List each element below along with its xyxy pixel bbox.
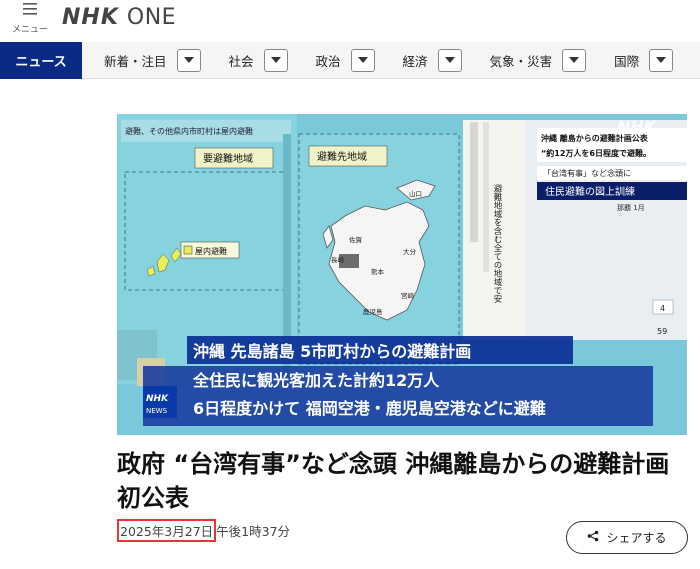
- nav-item-shakai[interactable]: 社会: [228, 48, 288, 72]
- article-time: 午後1時37分: [216, 524, 291, 539]
- article-timestamp: 2025年3月27日 午後1時37分: [117, 519, 290, 542]
- nav-item-keizai[interactable]: 経済: [402, 48, 462, 72]
- menu-button[interactable]: メニュー: [10, 2, 50, 36]
- article-date: 2025年3月27日: [117, 519, 217, 542]
- top-header: メニュー NHK ONE: [0, 0, 700, 42]
- nhk-one-logo[interactable]: NHK ONE: [62, 4, 177, 30]
- chevron-down-icon[interactable]: [350, 48, 375, 72]
- pref-miyazaki: 宮崎: [401, 291, 415, 300]
- nav-item-label: 政治: [315, 53, 341, 69]
- corner-small: 那覇 1月: [617, 204, 645, 212]
- nav-item-label: 気象・災害: [489, 53, 553, 69]
- num-59: 59: [657, 327, 667, 336]
- nav-item-label: 経済: [402, 53, 428, 69]
- menu-label: メニュー: [11, 25, 48, 35]
- watermark: NHK: [617, 117, 658, 136]
- map-label-indoor: 屋内避難: [195, 246, 227, 256]
- nav-item-label: 社会: [228, 53, 254, 69]
- chevron-down-icon[interactable]: [649, 48, 674, 72]
- chevron-down-icon[interactable]: [562, 48, 587, 72]
- nav-item-kisho[interactable]: 気象・災害: [489, 48, 587, 72]
- map-note: 避難、その他県内市町村は屋内避難: [125, 126, 253, 136]
- pref-kagoshima: 鹿児島: [363, 307, 383, 316]
- caption-line1: 沖縄 先島諸島 5市町村からの避難計画: [193, 342, 471, 361]
- caption-line3: 6日程度かけて 福岡空港・鹿児島空港などに避難: [193, 399, 546, 418]
- map-label-left: 要避難地域: [203, 152, 253, 165]
- chevron-down-icon[interactable]: [437, 48, 462, 72]
- pref-kumamoto: 熊本: [371, 267, 385, 276]
- caption-line2: 全住民に観光客加えた計約12万人: [192, 371, 440, 390]
- nav-item-label: 新着・注目: [104, 53, 167, 69]
- map-label-right: 避難先地域: [317, 150, 367, 163]
- pref-oita: 大分: [403, 247, 417, 256]
- logo-one: ONE: [126, 4, 177, 30]
- chevron-down-icon[interactable]: [176, 48, 201, 72]
- category-nav: ニュース 新着・注目 社会 政治 経済 気象・災害 国際: [0, 41, 700, 79]
- badge-top: NHK: [146, 394, 169, 404]
- nav-news-tab[interactable]: ニュース: [0, 41, 82, 79]
- logo-nhk: NHK: [62, 4, 119, 30]
- nav-item-shinchaku[interactable]: 新着・注目: [104, 48, 201, 72]
- badge-bottom: NEWS: [146, 407, 168, 415]
- share-icon: [587, 530, 599, 545]
- nav-item-label: 国際: [614, 53, 640, 69]
- num-4: 4: [660, 304, 665, 313]
- corner-subcaption: 住民避難の図上訓練: [545, 185, 635, 198]
- share-button[interactable]: シェアする: [566, 521, 688, 554]
- article-headline: 政府 “台湾有事”など念頭 沖縄離島からの避難計画 初公表: [117, 450, 670, 512]
- pref-yamaguchi: 山口: [409, 189, 422, 198]
- hamburger-icon: [10, 2, 50, 20]
- vertical-text: 避難地域を含む全ての地域で安: [492, 183, 502, 303]
- chevron-down-icon[interactable]: [263, 48, 288, 72]
- corner-caption-3: 「台湾有事」など念頭に: [543, 168, 631, 178]
- pref-saga: 佐賀: [349, 235, 363, 244]
- nav-item-kokusai[interactable]: 国際: [614, 48, 674, 72]
- share-label: シェアする: [606, 531, 667, 545]
- corner-caption-2: “約12万人を6日程度で避難。: [541, 148, 651, 158]
- article-hero-image: 避難、その他県内市町村は屋内避難 要避難地域 屋内避難 避難先地域 山口 佐賀 …: [117, 114, 687, 435]
- nav-item-seiji[interactable]: 政治: [315, 48, 375, 72]
